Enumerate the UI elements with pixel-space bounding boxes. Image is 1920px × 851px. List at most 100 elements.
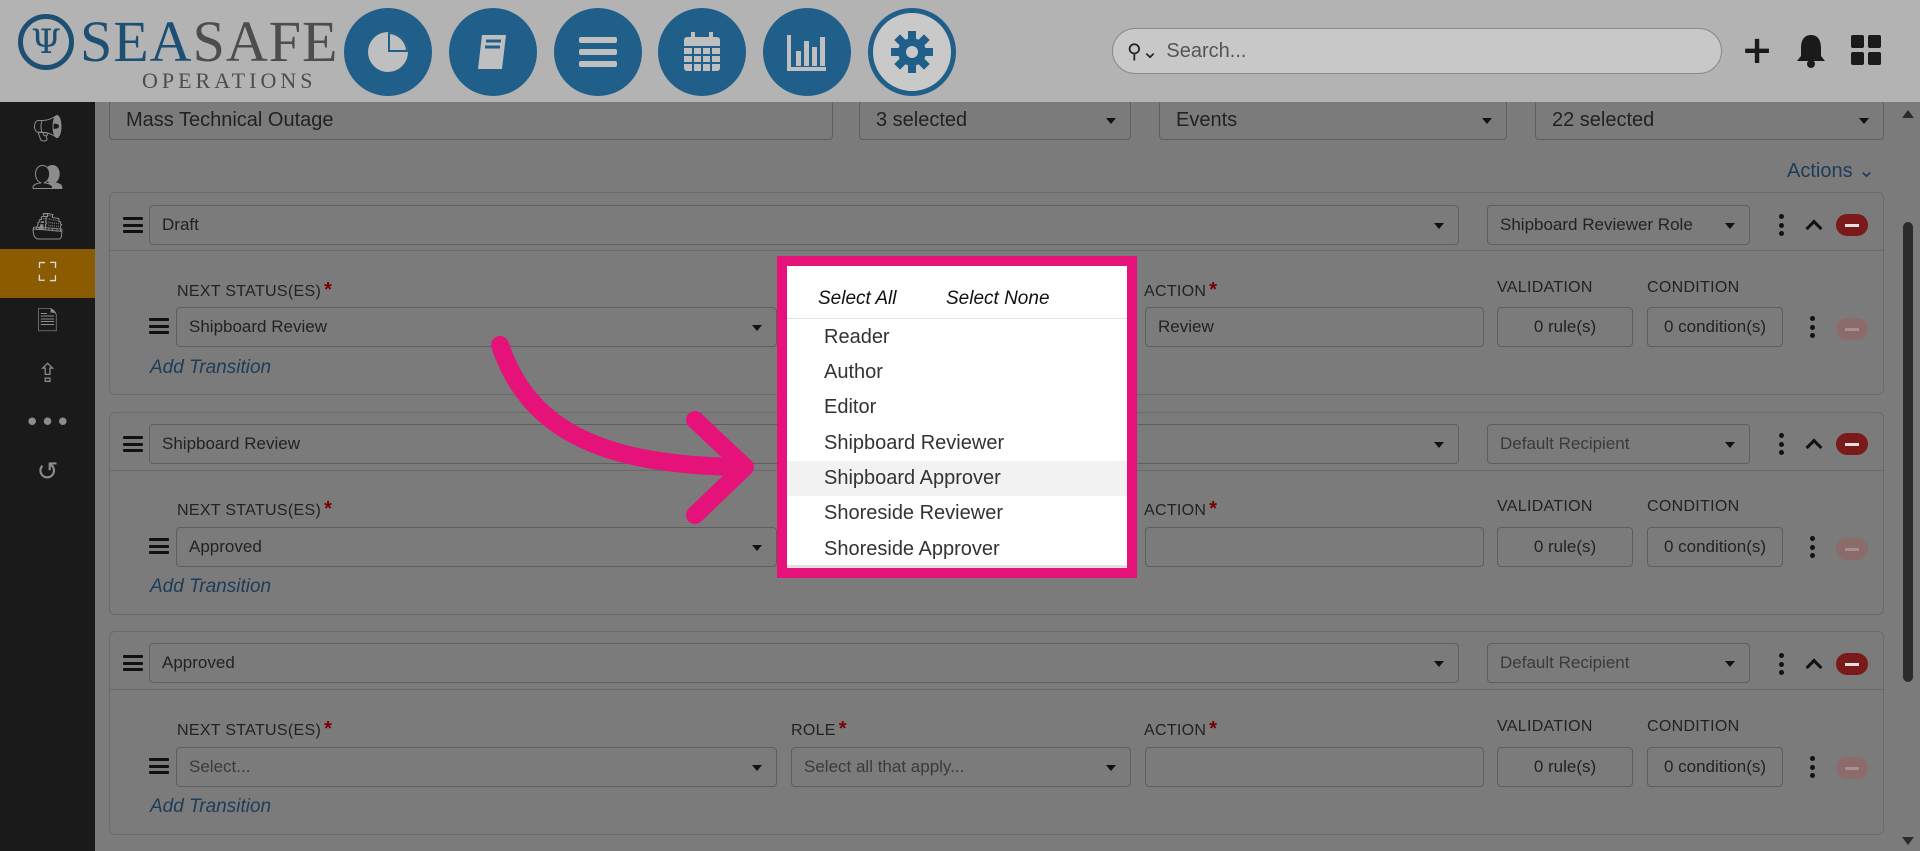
action-label-text: ACTION [1144,283,1207,300]
search-bar[interactable]: ⚲⌄ [1112,28,1722,74]
bell-icon[interactable] [1791,30,1831,70]
role-option-shoreside-approver[interactable]: Shoreside Approver [787,532,1127,567]
chevron-down-icon [1725,442,1735,448]
role-option-reader[interactable]: Reader [787,320,1127,355]
sidebar: 📢︎ 👥︎ ⛴︎ ⛶ 🗎︎ ⇪ ••• ↺ [0,102,95,851]
action-input[interactable]: Review [1145,307,1484,347]
sidebar-item-documents[interactable]: 🗎︎ [0,300,95,349]
more-vertical-icon[interactable] [1778,433,1784,455]
more-vertical-icon[interactable] [1778,214,1784,236]
grid-icon[interactable] [1846,30,1886,70]
remove-status-button[interactable] [1836,433,1868,455]
transition-more-vertical-icon[interactable] [1809,536,1815,558]
search-input[interactable] [1166,39,1687,63]
status-select[interactable]: Draft [149,205,1459,245]
transition-more-vertical-icon[interactable] [1809,756,1815,778]
role-option-shipboard-reviewer[interactable]: Shipboard Reviewer [787,426,1127,461]
transition-drag-handle-icon[interactable] [149,318,169,334]
next-status-label: NEXT STATUS(ES) * [177,498,332,521]
calendar-icon [684,32,720,71]
nav-dashboard-button[interactable] [344,8,432,96]
add-transition-link[interactable]: Add Transition [150,357,271,379]
validation-button[interactable]: 0 rule(s) [1497,527,1633,567]
workflow-name-field[interactable]: Mass Technical Outage [109,100,833,140]
seasafe-logo[interactable]: Ψ SEASAFE OPERATIONS [18,10,337,93]
nav-settings-button[interactable] [868,8,956,96]
sidebar-item-upload[interactable]: ⇪ [0,349,95,398]
sidebar-item-workflows[interactable]: ⛶ [0,249,95,298]
condition-button[interactable]: 0 condition(s) [1647,747,1783,787]
condition-label: CONDITION [1647,279,1740,296]
remove-transition-button[interactable] [1836,757,1868,779]
select-all-link[interactable]: Select All [818,288,897,310]
upload-icon: ⇪ [36,358,59,389]
condition-button[interactable]: 0 condition(s) [1647,527,1783,567]
book-icon [478,35,506,69]
condition-button[interactable]: 0 condition(s) [1647,307,1783,347]
vessel-select[interactable]: 3 selected [859,100,1131,140]
scroll-down-icon[interactable] [1902,837,1914,845]
module-select[interactable]: Events [1159,100,1507,140]
recipient-select[interactable]: Shipboard Reviewer Role [1487,205,1750,245]
chevron-down-icon [1106,118,1116,124]
add-transition-link[interactable]: Add Transition [150,796,271,818]
scrollbar-thumb[interactable] [1903,222,1913,682]
add-transition-link[interactable]: Add Transition [150,576,271,598]
chevron-down-icon [1725,223,1735,229]
chevron-down-icon [1434,442,1444,448]
sidebar-item-more[interactable]: ••• [0,398,95,447]
more-vertical-icon[interactable] [1778,653,1784,675]
nav-library-button[interactable] [449,8,537,96]
role-select[interactable]: Select all that apply... [791,747,1131,787]
transition-drag-handle-icon[interactable] [149,538,169,554]
role-option-editor[interactable]: Editor [787,390,1127,425]
nav-list-button[interactable] [554,8,642,96]
actions-menu-link[interactable]: Actions ⌄ [1787,158,1875,183]
plus-icon[interactable]: + [1737,28,1777,72]
select-none-link[interactable]: Select None [946,288,1050,310]
transition-more-vertical-icon[interactable] [1809,316,1815,338]
sidebar-item-announcements[interactable]: 📢︎ [0,104,95,153]
role-option-author[interactable]: Author [787,355,1127,390]
sidebar-item-users[interactable]: 👥︎ [0,153,95,202]
search-icon[interactable]: ⚲⌄ [1127,39,1158,63]
sidebar-item-history[interactable]: ↺ [0,447,95,496]
sidebar-item-vessels[interactable]: ⛴︎ [0,202,95,251]
remove-status-button[interactable] [1836,214,1868,236]
trident-logo-icon: Ψ [18,14,74,70]
validation-button[interactable]: 0 rule(s) [1497,747,1633,787]
action-input[interactable] [1145,527,1484,567]
remove-status-button[interactable] [1836,653,1868,675]
validation-button[interactable]: 0 rule(s) [1497,307,1633,347]
remove-transition-button[interactable] [1836,538,1868,560]
nav-calendar-button[interactable] [658,8,746,96]
more-icon: ••• [24,407,71,438]
transition-drag-handle-icon[interactable] [149,758,169,774]
pointer-arrow-icon [491,336,754,524]
nav-reports-button[interactable] [763,8,851,96]
vertical-scrollbar[interactable] [1895,102,1920,851]
recipient-select[interactable]: Default Recipient [1487,424,1750,464]
recipient-select[interactable]: Default Recipient [1487,643,1750,683]
bar-chart-icon [787,35,826,71]
drag-handle-icon[interactable] [123,217,143,233]
dropdown-bottom-edge [787,565,1127,568]
action-input[interactable] [1145,747,1484,787]
category-select[interactable]: 22 selected [1535,100,1884,140]
drag-handle-icon[interactable] [123,436,143,452]
role-option-shipboard-approver[interactable]: Shipboard Approver [787,461,1127,496]
condition-label: CONDITION [1647,718,1740,735]
cubes-icon: ⛶ [38,258,57,288]
action-value: Review [1158,317,1214,336]
condition-value: 0 condition(s) [1663,757,1767,776]
chevron-down-icon [752,545,762,551]
drag-handle-icon[interactable] [123,655,143,671]
next-status-value: Approved [189,537,262,556]
remove-transition-button[interactable] [1836,318,1868,340]
role-option-shoreside-reviewer[interactable]: Shoreside Reviewer [787,496,1127,531]
next-status-select[interactable]: Select... [176,747,777,787]
status-select[interactable]: Approved [149,643,1459,683]
scroll-up-icon[interactable] [1902,110,1914,118]
chevron-down-icon [1725,661,1735,667]
validation-value: 0 rule(s) [1533,757,1597,776]
